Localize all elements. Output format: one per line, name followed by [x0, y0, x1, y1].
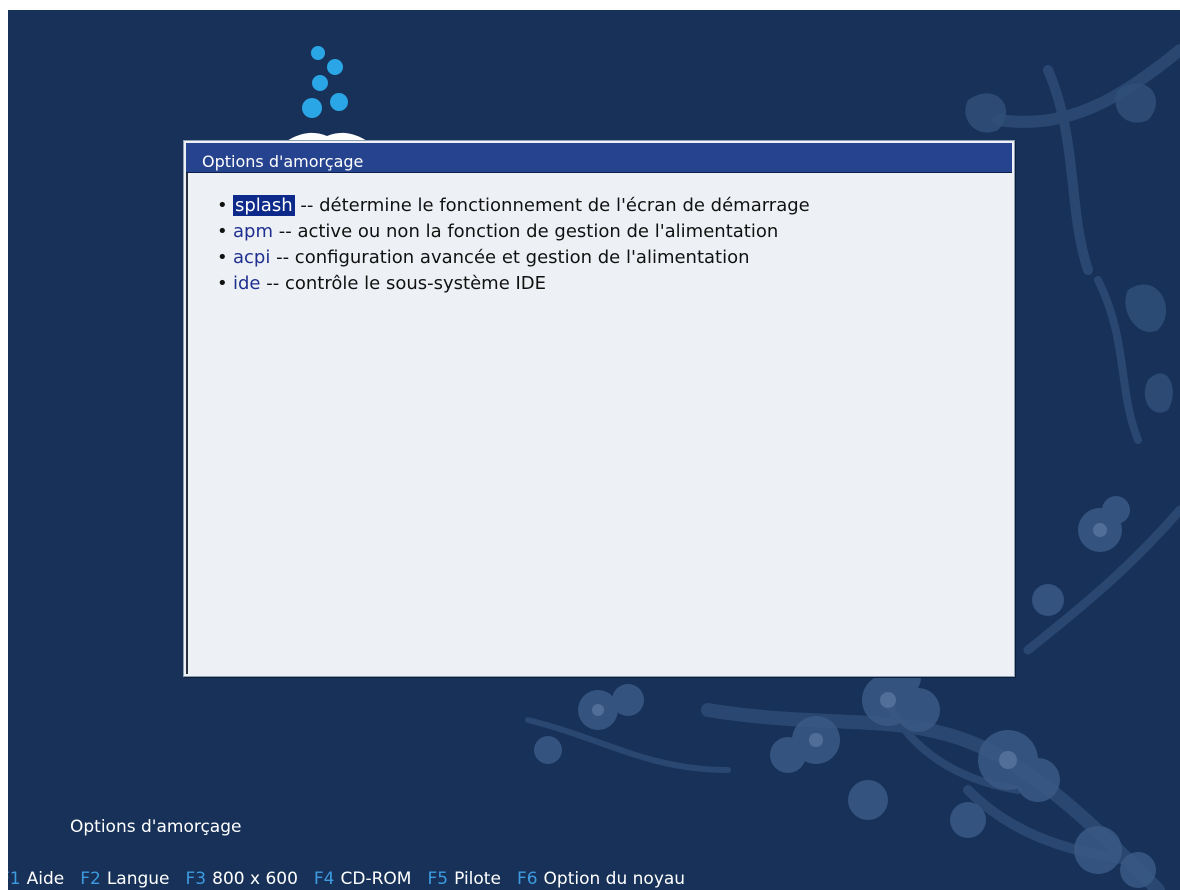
fkey-code: F4: [313, 869, 335, 889]
option-description: -- active ou non la fonction de gestion …: [278, 221, 779, 242]
dialog-title-bar: Options d'amorçage: [186, 143, 1012, 173]
fkey-code: F6: [516, 869, 538, 889]
list-item[interactable]: • acpi -- configuration avancée et gestio…: [217, 245, 810, 271]
fkey-label: CD-ROM: [340, 869, 412, 889]
fkey-cdrom[interactable]: F4 CD-ROM: [314, 867, 412, 890]
function-key-bar: F1 Aide F2 Langue F3 800 x 600 F4 CD-ROM…: [8, 867, 701, 890]
fkey-code: F5: [427, 869, 449, 889]
fkey-driver[interactable]: F5 Pilote: [427, 867, 500, 890]
fkey-kernel-option[interactable]: F6 Option du noyau: [517, 867, 685, 890]
bullet: •: [217, 247, 228, 268]
list-item[interactable]: • ide -- contrôle le sous-système IDE: [217, 271, 810, 297]
fkey-help[interactable]: F1 Aide: [8, 867, 64, 890]
boot-screen: Options d'amorçage • splash -- détermine …: [8, 10, 1180, 890]
bullet: •: [217, 195, 228, 216]
boot-options-dialog: Options d'amorçage • splash -- détermine …: [183, 140, 1015, 677]
fkey-label: Aide: [26, 869, 65, 889]
option-link-ide[interactable]: ide: [233, 273, 261, 294]
option-link-apm[interactable]: apm: [233, 221, 273, 242]
fkey-label: Pilote: [454, 869, 501, 889]
option-description: -- contrôle le sous-système IDE: [266, 273, 547, 294]
list-item[interactable]: • splash -- détermine le fonctionnement d…: [217, 193, 810, 219]
list-item[interactable]: • apm -- active ou non la fonction de ges…: [217, 219, 810, 245]
dialog-body: • splash -- détermine le fonctionnement d…: [186, 173, 1012, 674]
fkey-resolution[interactable]: F3 800 x 600: [186, 867, 298, 890]
bullet: •: [217, 273, 228, 294]
option-description: -- configuration avancée et gestion de l…: [276, 247, 750, 268]
fkey-code: F3: [185, 869, 207, 889]
option-link-acpi[interactable]: acpi: [233, 247, 270, 268]
fkey-label: 800 x 600: [212, 869, 298, 889]
option-link-splash[interactable]: splash: [233, 195, 295, 216]
dialog-title: Options d'amorçage: [202, 152, 364, 171]
boot-options-list: • splash -- détermine le fonctionnement d…: [217, 193, 810, 297]
fkey-code: F2: [80, 869, 101, 889]
fkey-label: Langue: [106, 869, 170, 889]
distribution-logo: [277, 46, 377, 148]
bullet: •: [217, 221, 228, 242]
status-text: Options d'amorçage: [70, 817, 242, 837]
option-description: -- détermine le fonctionnement de l'écra…: [300, 195, 810, 216]
fkey-label: Option du noyau: [543, 869, 686, 889]
fkey-code: F1: [8, 869, 21, 889]
fkey-language[interactable]: F2 Langue: [80, 867, 169, 890]
